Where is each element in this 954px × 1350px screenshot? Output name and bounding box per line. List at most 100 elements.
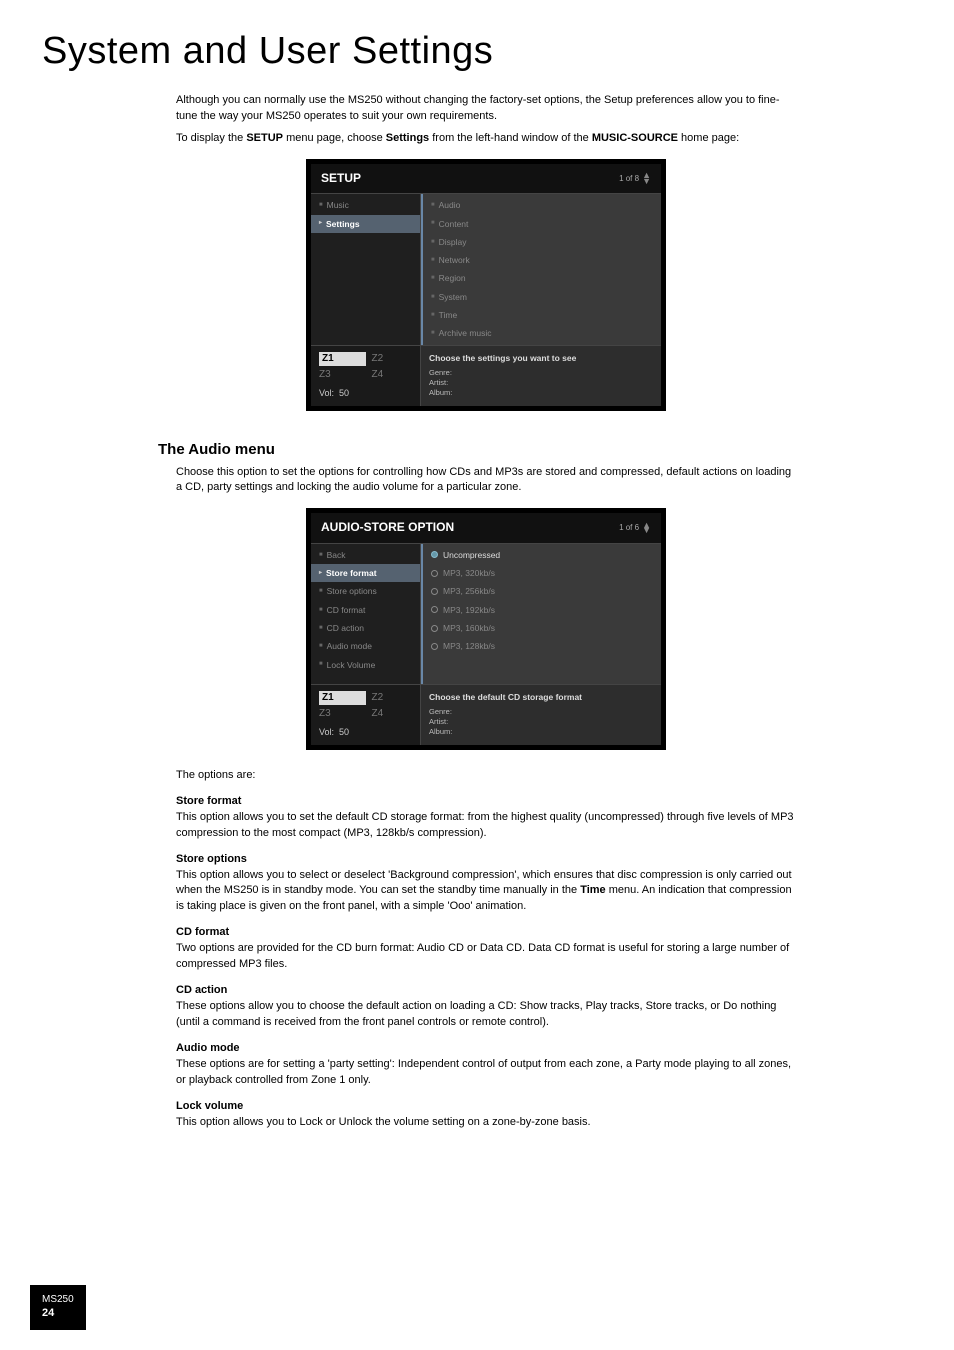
item-label: Display [439,236,467,248]
bullet-icon: ■ [319,642,323,651]
radio-icon [431,643,438,650]
bullet-icon: ■ [319,551,323,560]
nav-label: Lock Volume [327,659,376,671]
nav-label: CD format [327,604,366,616]
opt-store-options-name: Store options [176,852,796,868]
bullet-icon: ▸ [319,219,322,228]
nav-label: Store format [326,567,377,579]
item-label: Time [439,309,458,321]
nav-label: Back [327,549,346,561]
item-label: System [439,291,467,303]
item-label: Region [439,272,466,284]
setup-left-pane: ■Music ▸Settings [311,194,421,345]
meta-genre: Genre: [429,368,653,378]
model-label: MS250 [42,1293,74,1306]
option-mp3-256[interactable]: MP3, 256kb/s [423,582,661,600]
zone-status-panel: Z1 Z2 Z3 Z4 Vol: 50 [311,685,421,745]
bullet-icon: ■ [431,311,435,320]
count-text: 1 of 8 [619,173,639,185]
option-mp3-320[interactable]: MP3, 320kb/s [423,564,661,582]
intro-text: menu page, choose [283,132,386,144]
page-title: System and User Settings [0,0,954,93]
intro-text: To display the [176,132,246,144]
volume-display: Vol: 50 [319,726,412,739]
radio-icon [431,588,438,595]
meta-artist: Artist: [429,717,653,727]
setting-item-region[interactable]: ■ Region [423,269,661,287]
opt-store-options-desc: This option allows you to select or dese… [176,868,796,916]
radio-icon [431,551,438,558]
opt-lock-volume-name: Lock volume [176,1099,796,1115]
nav-item-store-format[interactable]: ▸Store format [311,564,420,582]
radio-icon [431,625,438,632]
audio-right-pane: Uncompressed MP3, 320kb/s MP3, 256kb/s M… [421,544,661,684]
nav-item-music[interactable]: ■Music [311,196,420,214]
intro-paragraph-1: Although you can normally use the MS250 … [176,93,796,125]
option-mp3-160[interactable]: MP3, 160kb/s [423,619,661,637]
bullet-icon: ■ [319,606,323,615]
device-title: SETUP [321,170,361,187]
option-label: MP3, 160kb/s [443,622,495,634]
setting-item-archive-music[interactable]: ■Archive music [423,324,661,342]
zone-z1[interactable]: Z1 [319,352,366,367]
option-uncompressed[interactable]: Uncompressed [423,546,661,564]
audio-left-pane: ■Back ▸Store format ■Store options ■CD f… [311,544,421,684]
opt-store-format-name: Store format [176,794,796,810]
zone-z3[interactable]: Z3 [319,707,366,722]
zone-z4[interactable]: Z4 [372,368,413,383]
vol-label: Vol: [319,388,334,398]
setting-item-system[interactable]: ■ System [423,288,661,306]
setup-screenshot: SETUP 1 of 8 ▲▼ ■Music ▸Settings ■Audio … [306,159,666,411]
setting-item-display[interactable]: ■Display [423,233,661,251]
opt-cd-format-name: CD format [176,925,796,941]
setting-item-content[interactable]: ■Content [423,215,661,233]
bullet-icon: ■ [431,293,435,302]
menu-name-settings: Settings [386,132,429,144]
zone-z3[interactable]: Z3 [319,368,366,383]
volume-display: Vol: 50 [319,387,412,400]
bullet-icon: ■ [431,256,435,265]
option-mp3-192[interactable]: MP3, 192kb/s [423,601,661,619]
option-label: MP3, 320kb/s [443,567,495,579]
nav-label: Store options [327,585,377,597]
options-intro: The options are: [176,768,796,784]
zone-z2[interactable]: Z2 [372,691,413,706]
setting-item-network[interactable]: ■ Network [423,251,661,269]
zone-z2[interactable]: Z2 [372,352,413,367]
bullet-icon: ■ [431,274,435,283]
zone-z1[interactable]: Z1 [319,691,366,706]
opt-cd-action-name: CD action [176,983,796,999]
item-count: 1 of 6 ▲▼ [619,522,651,534]
bullet-icon: ■ [431,329,435,338]
item-label: Content [439,218,469,230]
nav-item-back[interactable]: ■ Back [311,546,420,564]
nav-item-store-options[interactable]: ■Store options [311,582,420,600]
hint-message: Choose the default CD storage format [429,691,653,703]
setup-right-pane: ■Audio ■Content ■Display ■Network ■Regio… [421,194,661,345]
bullet-icon: ■ [319,624,323,633]
nav-label: CD action [327,622,364,634]
nav-item-settings[interactable]: ▸Settings [311,215,420,233]
item-count: 1 of 8 ▲▼ [619,173,651,185]
intro-text: from the left-hand window of the [429,132,592,144]
vol-value: 50 [339,388,349,398]
bullet-icon: ■ [431,201,435,210]
opt-cd-action-desc: These options allow you to choose the de… [176,999,796,1031]
meta-artist: Artist: [429,378,653,388]
setting-item-audio[interactable]: ■Audio [423,196,661,214]
nav-item-audio-mode[interactable]: ■Audio mode [311,637,420,655]
nav-item-cd-action[interactable]: ■ CD action [311,619,420,637]
radio-icon [431,570,438,577]
nav-item-lock-volume[interactable]: ■Lock Volume [311,656,420,674]
option-mp3-128[interactable]: MP3, 128kb/s [423,637,661,655]
meta-album: Album: [429,388,653,398]
intro-text: home page: [678,132,739,144]
nav-item-cd-format[interactable]: ■ CD format [311,601,420,619]
setting-item-time[interactable]: ■ Time [423,306,661,324]
intro-paragraph-2: To display the SETUP menu page, choose S… [176,131,796,147]
opt-audio-mode-desc: These options are for setting a 'party s… [176,1057,796,1089]
zone-z4[interactable]: Z4 [372,707,413,722]
page-number: 24 [42,1306,74,1320]
item-label: Network [439,254,470,266]
vol-label: Vol: [319,727,334,737]
